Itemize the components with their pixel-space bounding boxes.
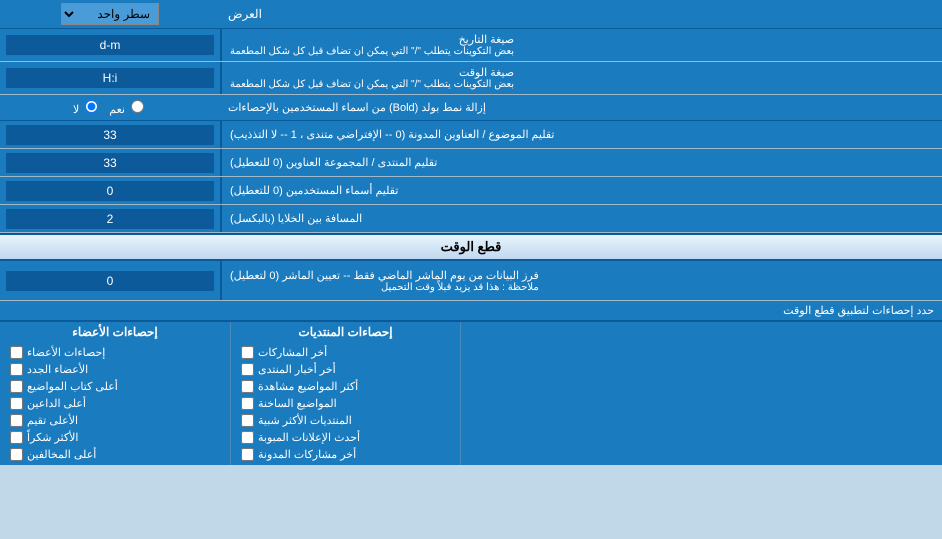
members-checkbox-2[interactable]: [10, 380, 23, 393]
time-format-label: صيغة الوقت بعض التكوينات يتطلب "/" التي …: [220, 62, 942, 94]
limit-row: حدد إحصاءات لتطبيق قطع الوقت: [0, 301, 942, 321]
posts-checkbox-item-5: أحدث الإعلانات المبوبة: [239, 430, 452, 445]
forum-trim-input[interactable]: [6, 153, 214, 173]
members-checkbox-item-2: أعلى كتاب المواضيع: [8, 379, 222, 394]
bold-no-label: لا: [73, 100, 101, 116]
posts-checkbox-3[interactable]: [241, 397, 254, 410]
time-format-input[interactable]: [6, 68, 214, 88]
posts-checkbox-item-6: أخر مشاركات المدونة: [239, 447, 452, 462]
posts-checkbox-item-4: المنتديات الأكثر شبية: [239, 413, 452, 428]
bold-no-radio[interactable]: [85, 100, 98, 113]
date-format-input[interactable]: [6, 35, 214, 55]
topic-order-input-area[interactable]: [0, 121, 220, 148]
cutoff-input-area[interactable]: [0, 261, 220, 300]
forum-trim-input-area[interactable]: [0, 149, 220, 176]
cell-gap-input[interactable]: [6, 209, 214, 229]
topic-order-label: تقليم الموضوع / العناوين المدونة (0 -- ا…: [220, 121, 942, 148]
cell-gap-label: المسافة بين الخلايا (بالبكسل): [220, 205, 942, 232]
display-mode-area[interactable]: سطر واحد متعدد الأسطر: [0, 0, 220, 28]
forum-trim-label: تقليم المنتدى / المجموعة العناوين (0 للت…: [220, 149, 942, 176]
members-checkbox-item-4: الأعلى تقيم: [8, 413, 222, 428]
date-format-label: صيغة التاريخ بعض التكوينات يتطلب "/" الت…: [220, 29, 942, 61]
posts-checkbox-item-0: أخر المشاركات: [239, 345, 452, 360]
members-checkbox-item-3: أعلى الداعين: [8, 396, 222, 411]
members-checkbox-item-0: إحصاءات الأعضاء: [8, 345, 222, 360]
posts-checkbox-0[interactable]: [241, 346, 254, 359]
date-format-input-area[interactable]: [0, 29, 220, 61]
members-checkbox-item-6: أعلى المخالفين: [8, 447, 222, 462]
cutoff-input[interactable]: [6, 271, 214, 291]
members-checkbox-1[interactable]: [10, 363, 23, 376]
posts-checkbox-2[interactable]: [241, 380, 254, 393]
posts-checkbox-5[interactable]: [241, 431, 254, 444]
members-col-header: إحصاءات الأعضاء: [0, 322, 230, 342]
posts-checkbox-item-2: أكثر المواضيع مشاهدة: [239, 379, 452, 394]
display-label: العرض: [220, 0, 942, 28]
bold-yes-label: نعم: [109, 100, 147, 116]
username-trim-input-area[interactable]: [0, 177, 220, 204]
posts-checkbox-item-1: أخر أخبار المنتدى: [239, 362, 452, 377]
cell-gap-input-area[interactable]: [0, 205, 220, 232]
cutoff-section-title: قطع الوقت: [0, 233, 942, 261]
cutoff-label: فرز البيانات من يوم الماشر الماضي فقط --…: [220, 261, 942, 300]
topic-order-input[interactable]: [6, 125, 214, 145]
members-checkbox-3[interactable]: [10, 397, 23, 410]
posts-checkbox-6[interactable]: [241, 448, 254, 461]
members-checkbox-0[interactable]: [10, 346, 23, 359]
posts-checkbox-4[interactable]: [241, 414, 254, 427]
posts-checkbox-1[interactable]: [241, 363, 254, 376]
display-mode-select[interactable]: سطر واحد متعدد الأسطر: [61, 3, 159, 25]
bold-radio-area[interactable]: نعم لا: [0, 95, 220, 120]
username-trim-label: تقليم أسماء المستخدمين (0 للتعطيل): [220, 177, 942, 204]
members-checkbox-item-5: الأكثر شكراً: [8, 430, 222, 445]
posts-col-header: إحصاءات المنتديات: [230, 322, 460, 342]
members-checkbox-4[interactable]: [10, 414, 23, 427]
bold-label: إزالة نمط بولد (Bold) من اسماء المستخدمي…: [220, 95, 942, 120]
username-trim-input[interactable]: [6, 181, 214, 201]
members-checkbox-5[interactable]: [10, 431, 23, 444]
posts-checkbox-item-3: المواضيع الساخنة: [239, 396, 452, 411]
members-checkbox-item-1: الأعضاء الجدد: [8, 362, 222, 377]
bold-yes-radio[interactable]: [131, 100, 144, 113]
members-checkbox-6[interactable]: [10, 448, 23, 461]
time-format-input-area[interactable]: [0, 62, 220, 94]
limit-label: حدد إحصاءات لتطبيق قطع الوقت: [8, 304, 934, 317]
